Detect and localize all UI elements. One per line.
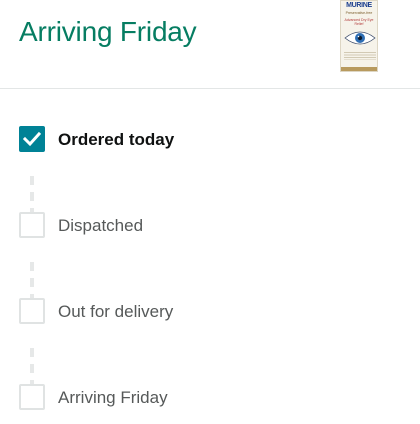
step-ordered-label: Ordered today: [58, 130, 175, 149]
step-out-for-delivery-label: Out for delivery: [58, 302, 174, 321]
delivery-header: Arriving Friday MURINE Preservative-free…: [0, 0, 420, 89]
step-ordered: Ordered today: [0, 126, 420, 166]
product-line-1: Preservative-free: [345, 11, 373, 15]
step-out-for-delivery-checkbox: [19, 298, 45, 324]
step-dispatched-checkbox: [19, 212, 45, 238]
step-arriving: Arriving Friday: [0, 384, 420, 424]
checkmark-icon: [23, 131, 41, 147]
step-dispatched: Dispatched: [0, 212, 420, 252]
step-out-for-delivery: Out for delivery: [0, 298, 420, 338]
step-ordered-checkbox: [19, 126, 45, 152]
delivery-title: Arriving Friday: [19, 16, 197, 47]
delivery-progress: Ordered today Dispatched Out for deliver…: [0, 88, 420, 420]
product-brand: MURINE: [346, 2, 372, 9]
eye-icon: [344, 31, 376, 45]
product-fine-print: [344, 52, 376, 60]
step-arriving-checkbox: [19, 384, 45, 410]
product-line-2: Advanced Dry Eye Relief: [344, 18, 374, 26]
product-stripe: [341, 67, 377, 71]
step-dispatched-label: Dispatched: [58, 216, 144, 235]
product-thumbnail[interactable]: MURINE Preservative-free Advanced Dry Ey…: [340, 0, 378, 72]
step-arriving-label: Arriving Friday: [58, 388, 168, 407]
